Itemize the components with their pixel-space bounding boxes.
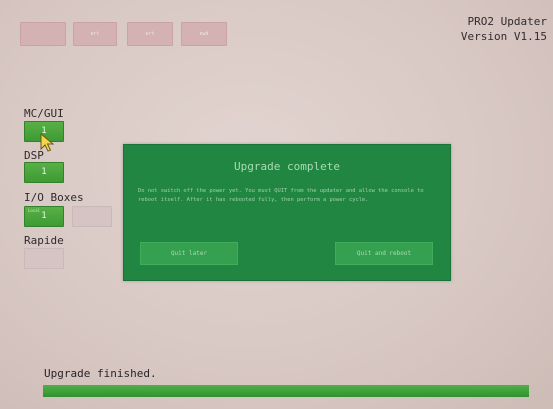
top-button-1[interactable] — [20, 22, 66, 46]
io-box-slot-1[interactable]: Local 1 — [24, 206, 64, 227]
top-button-3[interactable]: ert — [127, 22, 173, 46]
io-boxes-label: I/O Boxes — [24, 191, 84, 204]
io-box-slot-2[interactable] — [72, 206, 112, 227]
dsp-slot-value: 1 — [41, 167, 47, 177]
top-button-2[interactable]: ert — [73, 22, 117, 46]
io-box-slot-value: 1 — [41, 211, 47, 221]
dialog-message: Do not switch off the power yet. You mus… — [138, 188, 424, 203]
rapide-label: Rapide — [24, 234, 64, 247]
app-title: PRO2 Updater — [467, 15, 547, 28]
progress-bar — [43, 385, 529, 397]
rapide-slot[interactable] — [24, 248, 64, 269]
updater-screen: ert ert ewd PRO2 Updater Version V1.15 M… — [0, 0, 553, 409]
status-text: Upgrade finished. — [44, 367, 157, 380]
quit-later-button[interactable]: Quit later — [140, 242, 238, 265]
dialog-title: Upgrade complete — [234, 160, 340, 173]
io-box-slot-tag: Local — [28, 208, 41, 213]
app-header: PRO2 Updater Version V1.15 — [461, 14, 547, 44]
app-version: Version V1.15 — [460, 30, 547, 43]
dsp-slot[interactable]: 1 — [24, 162, 64, 183]
progress-bar-fill — [43, 385, 529, 397]
mouse-pointer-icon — [40, 133, 55, 152]
quit-and-reboot-button[interactable]: Quit and reboot — [335, 242, 433, 265]
mc-gui-label: MC/GUI — [24, 107, 64, 120]
upgrade-complete-dialog: Upgrade complete Do not switch off the p… — [123, 144, 451, 281]
top-button-4[interactable]: ewd — [181, 22, 227, 46]
